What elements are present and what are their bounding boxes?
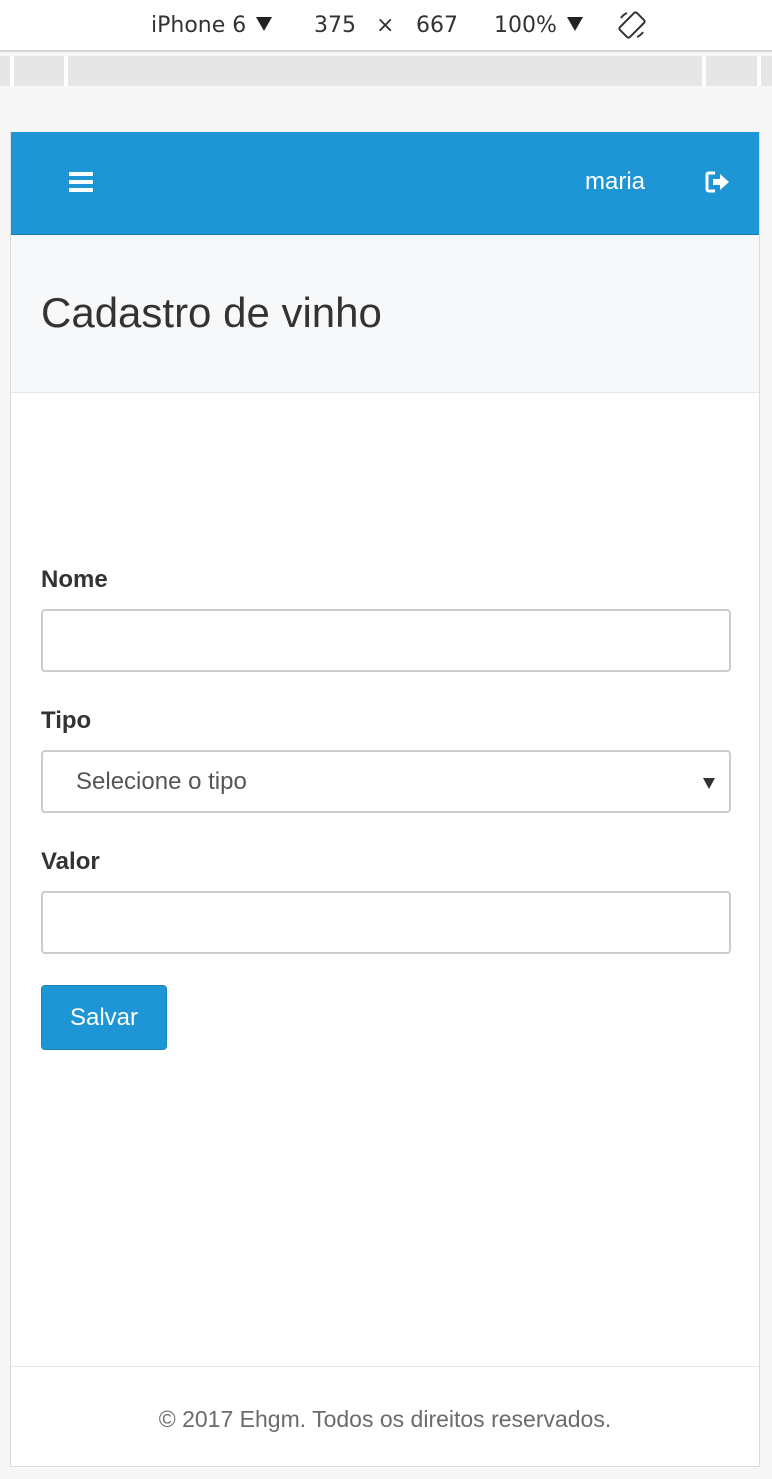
sign-out-icon[interactable]: [705, 170, 731, 194]
ruler-tick: [10, 56, 14, 86]
zoom-dropdown-icon: [566, 17, 583, 31]
user-name-link[interactable]: maria: [585, 168, 645, 196]
ruler-tick: [702, 56, 706, 86]
top-navbar: maria: [11, 132, 759, 235]
viewport-height[interactable]: 667: [416, 12, 458, 40]
ruler-tick: [757, 56, 761, 86]
nome-label: Nome: [41, 566, 108, 593]
rotate-icon[interactable]: [617, 10, 647, 40]
device-toolbar: iPhone 6 375 × 667 100%: [0, 0, 772, 52]
valor-label: Valor: [41, 848, 100, 875]
chevron-down-icon: [703, 778, 715, 789]
valor-input[interactable]: [41, 891, 731, 954]
page-footer: © 2017 Ehgm. Todos os direitos reservado…: [11, 1366, 759, 1466]
device-viewport: maria Cadastro de vinho Nome Tipo Seleci…: [10, 132, 760, 1467]
device-select[interactable]: iPhone 6: [151, 12, 273, 40]
dimension-separator: ×: [376, 13, 395, 38]
save-button[interactable]: Salvar: [41, 985, 167, 1050]
page-title: Cadastro de vinho: [41, 289, 382, 336]
zoom-value: 100%: [494, 13, 557, 38]
media-query-ruler[interactable]: [0, 56, 772, 86]
ruler-tick: [64, 56, 68, 86]
viewport-width[interactable]: 375: [314, 12, 356, 40]
tipo-label: Tipo: [41, 707, 92, 734]
device-dropdown-icon: [256, 17, 273, 31]
zoom-select[interactable]: 100%: [494, 12, 583, 40]
nome-input[interactable]: [41, 609, 731, 672]
hamburger-menu-icon[interactable]: [69, 172, 93, 192]
tipo-select[interactable]: Selecione o tipo: [41, 750, 731, 813]
page-header: Cadastro de vinho: [11, 235, 759, 393]
copyright-text: © 2017 Ehgm. Todos os direitos reservado…: [158, 1406, 612, 1432]
device-name: iPhone 6: [151, 13, 247, 38]
tipo-selected-value: Selecione o tipo: [76, 768, 247, 795]
